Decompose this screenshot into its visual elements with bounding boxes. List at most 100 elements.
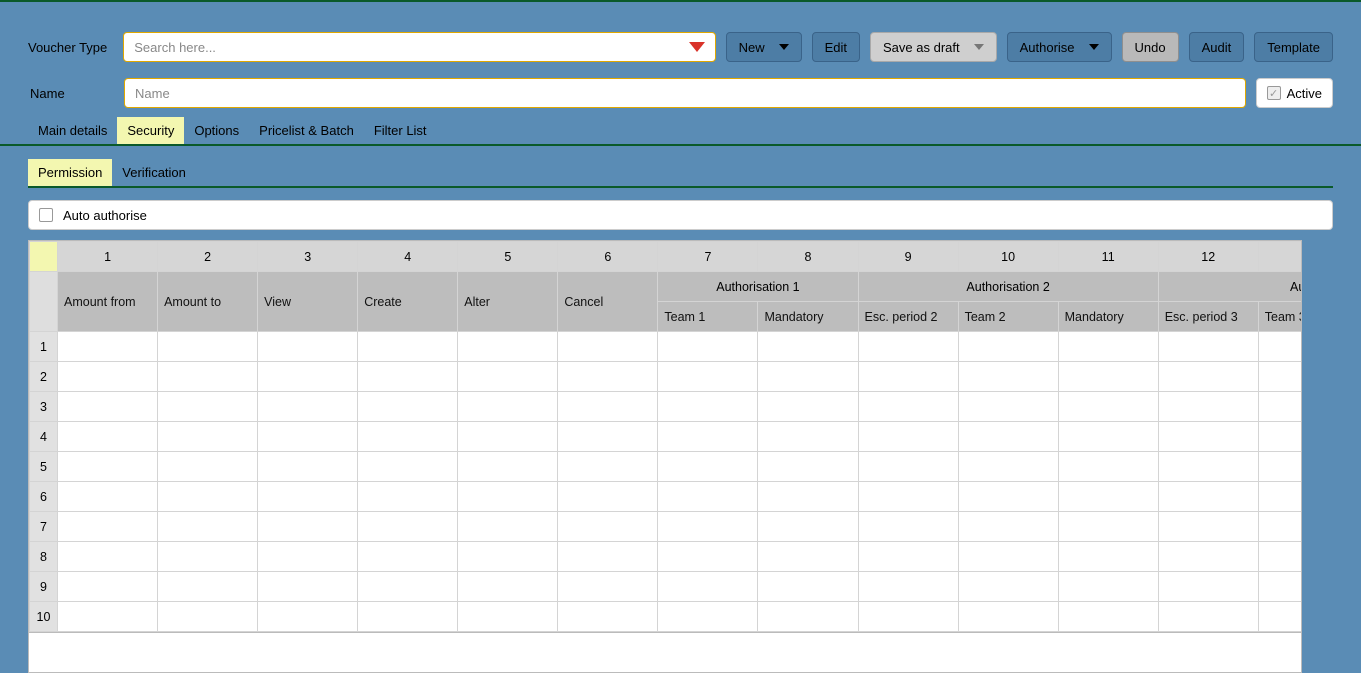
grid-cell[interactable] <box>458 332 558 362</box>
grid-cell[interactable] <box>758 392 858 422</box>
grid-cell[interactable] <box>558 572 658 602</box>
grid-cell[interactable] <box>358 422 458 452</box>
grid-cell[interactable] <box>358 452 458 482</box>
grid-cell[interactable] <box>1058 452 1158 482</box>
col-num[interactable]: 8 <box>758 242 858 272</box>
col-num[interactable]: 9 <box>858 242 958 272</box>
grid-cell[interactable] <box>1258 602 1302 632</box>
grid-cell[interactable] <box>358 362 458 392</box>
grid-cell[interactable] <box>658 392 758 422</box>
grid-cell[interactable] <box>358 392 458 422</box>
grid-cell[interactable] <box>258 422 358 452</box>
grid-cell[interactable] <box>958 602 1058 632</box>
grid-cell[interactable] <box>1058 362 1158 392</box>
grid-cell[interactable] <box>1158 602 1258 632</box>
grid-cell[interactable] <box>1058 332 1158 362</box>
dropdown-icon[interactable] <box>689 42 705 52</box>
grid-cell[interactable] <box>1258 572 1302 602</box>
grid-cell[interactable] <box>558 392 658 422</box>
grid-cell[interactable] <box>958 572 1058 602</box>
grid-cell[interactable] <box>458 542 558 572</box>
grid-cell[interactable] <box>1158 512 1258 542</box>
grid-cell[interactable] <box>658 362 758 392</box>
grid-cell[interactable] <box>758 482 858 512</box>
grid-cell[interactable] <box>58 602 158 632</box>
tab-pricelist-batch[interactable]: Pricelist & Batch <box>249 117 364 144</box>
grid-cell[interactable] <box>558 362 658 392</box>
grid-cell[interactable] <box>258 332 358 362</box>
grid-cell[interactable] <box>358 332 458 362</box>
grid-cell[interactable] <box>858 482 958 512</box>
grid-cell[interactable] <box>1258 422 1302 452</box>
subtab-verification[interactable]: Verification <box>112 159 196 186</box>
grid-cell[interactable] <box>858 512 958 542</box>
grid-cell[interactable] <box>158 542 258 572</box>
grid-cell[interactable] <box>458 422 558 452</box>
grid-cell[interactable] <box>758 602 858 632</box>
grid-cell[interactable] <box>858 332 958 362</box>
grid-cell[interactable] <box>58 482 158 512</box>
grid-cell[interactable] <box>158 482 258 512</box>
grid-cell[interactable] <box>58 452 158 482</box>
grid-cell[interactable] <box>158 392 258 422</box>
grid-cell[interactable] <box>258 602 358 632</box>
grid-cell[interactable] <box>1058 422 1158 452</box>
grid-cell[interactable] <box>458 392 558 422</box>
row-number[interactable]: 5 <box>30 452 58 482</box>
grid-cell[interactable] <box>858 362 958 392</box>
grid-cell[interactable] <box>1258 452 1302 482</box>
col-num[interactable]: 5 <box>458 242 558 272</box>
grid-cell[interactable] <box>1058 392 1158 422</box>
grid-cell[interactable] <box>658 512 758 542</box>
grid-cell[interactable] <box>758 542 858 572</box>
row-number[interactable]: 2 <box>30 362 58 392</box>
grid-cell[interactable] <box>1058 542 1158 572</box>
grid-cell[interactable] <box>958 452 1058 482</box>
grid-cell[interactable] <box>658 452 758 482</box>
grid-cell[interactable] <box>758 332 858 362</box>
grid-cell[interactable] <box>858 542 958 572</box>
voucher-type-search[interactable] <box>123 32 715 62</box>
grid-cell[interactable] <box>758 572 858 602</box>
tab-security[interactable]: Security <box>117 117 184 144</box>
search-input[interactable] <box>134 40 684 55</box>
authorise-button[interactable]: Authorise <box>1007 32 1112 62</box>
grid-cell[interactable] <box>658 482 758 512</box>
col-num[interactable]: 12 <box>1158 242 1258 272</box>
new-button[interactable]: New <box>726 32 802 62</box>
grid-cell[interactable] <box>1158 572 1258 602</box>
grid-cell[interactable] <box>1158 452 1258 482</box>
grid-cell[interactable] <box>1258 482 1302 512</box>
name-input[interactable] <box>124 78 1246 108</box>
grid-cell[interactable] <box>458 602 558 632</box>
col-num[interactable]: 4 <box>358 242 458 272</box>
grid-cell[interactable] <box>958 422 1058 452</box>
grid-cell[interactable] <box>558 332 658 362</box>
grid-cell[interactable] <box>1058 512 1158 542</box>
grid-cell[interactable] <box>858 452 958 482</box>
grid-cell[interactable] <box>258 482 358 512</box>
grid-cell[interactable] <box>258 572 358 602</box>
grid-cell[interactable] <box>58 512 158 542</box>
tab-main-details[interactable]: Main details <box>28 117 117 144</box>
grid-cell[interactable] <box>158 572 258 602</box>
grid-cell[interactable] <box>558 602 658 632</box>
col-num[interactable]: 1 <box>58 242 158 272</box>
grid-cell[interactable] <box>58 422 158 452</box>
grid-cell[interactable] <box>58 362 158 392</box>
undo-button[interactable]: Undo <box>1122 32 1179 62</box>
grid-cell[interactable] <box>558 542 658 572</box>
grid-cell[interactable] <box>858 422 958 452</box>
grid-cell[interactable] <box>1158 392 1258 422</box>
grid-cell[interactable] <box>1058 602 1158 632</box>
grid-cell[interactable] <box>858 572 958 602</box>
row-number[interactable]: 1 <box>30 332 58 362</box>
row-number[interactable]: 10 <box>30 602 58 632</box>
grid-cell[interactable] <box>1158 362 1258 392</box>
grid-cell[interactable] <box>958 392 1058 422</box>
grid-cell[interactable] <box>258 392 358 422</box>
grid-cell[interactable] <box>758 452 858 482</box>
auto-authorise-checkbox[interactable] <box>39 208 53 222</box>
grid-cell[interactable] <box>658 602 758 632</box>
grid-cell[interactable] <box>558 512 658 542</box>
